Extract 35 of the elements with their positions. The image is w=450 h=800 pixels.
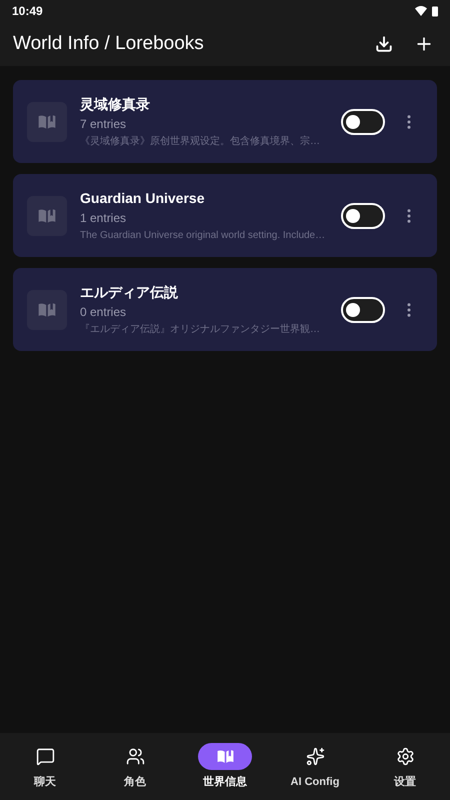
nav-tab[interactable]: 世界信息 [180,733,270,800]
lorebook-name: 灵域修真录 [80,94,151,114]
more-icon [407,302,411,316]
toggle-switch[interactable] [341,296,385,322]
entry-count: 0 entries [80,304,128,320]
chat-icon [36,747,54,766]
download-icon [375,35,393,53]
battery-icon [432,6,438,16]
people-icon [126,747,144,766]
entry-count: 7 entries [80,116,128,132]
more-icon [407,208,411,222]
nav-tab[interactable]: 设置 [360,733,450,800]
lorebook-description: 《灵域修真录》原创世界观设定。包含修真境界、宗… [80,134,321,148]
lorebook-description: The Guardian Universe original world setting. Include… [80,228,326,242]
toggle-thumb [346,208,360,222]
lorebook-card[interactable]: エルディア伝説 0 entries 『エルディア伝説』オリジナルファンタジー世界観… [13,268,437,351]
lorebook-name: エルディア伝説 [80,282,179,302]
entry-count: 1 entries [80,210,128,226]
toggle-switch[interactable] [341,202,385,228]
lorebook-name: Guardian Universe [80,188,206,208]
page-title: World Info / Lorebooks [13,32,205,56]
settings-icon [396,747,414,766]
nav-tab[interactable]: AI Config [270,733,360,800]
status-time: 10:49 [12,3,43,20]
nav-tab[interactable]: 聊天 [0,733,90,800]
nav-tab[interactable]: 角色 [90,733,180,800]
wifi-icon [415,6,427,16]
toggle-thumb [346,114,360,128]
lorebook-card[interactable]: Guardian Universe 1 entries The Guardian Universe original world setting. Include… [13,174,437,257]
lorebook-card[interactable]: 灵域修真录 7 entries 《灵域修真录》原创世界观设定。包含修真境界、宗… [13,80,437,163]
more-icon [407,114,411,128]
lorebook-description: 『エルディア伝説』オリジナルファンタジー世界観… [80,322,321,336]
toggle-thumb [346,302,360,316]
toggle-switch[interactable] [341,108,385,134]
sparkles-icon [306,747,324,766]
